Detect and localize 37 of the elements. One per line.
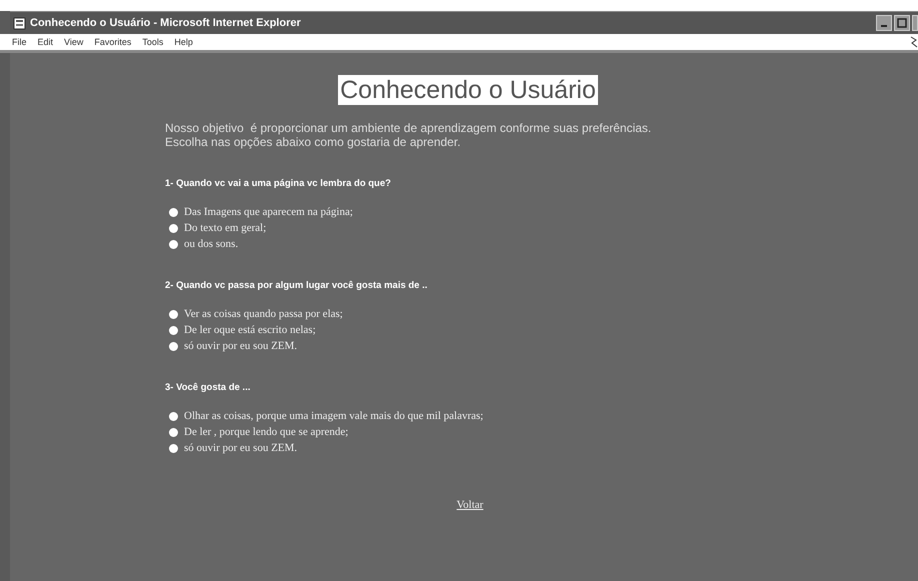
- option-text: De ler , porque lendo que se aprende;: [184, 426, 348, 439]
- option-text: De ler oque está escrito nelas;: [184, 324, 316, 337]
- page-heading: Conhecendo o Usuário: [338, 75, 598, 105]
- maximize-icon: [896, 17, 908, 29]
- option-text: só ouvir por eu sou ZEM.: [184, 442, 298, 455]
- question-title: 1- Quando vc vai a uma página vc lembra do que?: [165, 178, 392, 189]
- page-icon: [13, 16, 26, 30]
- intro-text: Escolha nas opções abaixo como gostaria de aprender.: [165, 135, 462, 149]
- minimize-icon: [881, 25, 887, 27]
- bullet-icon: [169, 310, 178, 319]
- menu-item[interactable]: Tools: [142, 37, 164, 47]
- maximize-button[interactable]: [894, 15, 910, 31]
- bullet-icon: [169, 428, 178, 437]
- bullet-icon: [169, 208, 178, 217]
- bullet-icon: [169, 444, 178, 453]
- minimize-button[interactable]: [876, 15, 892, 31]
- bullet-icon: [169, 240, 178, 249]
- menu-item[interactable]: File: [12, 37, 27, 47]
- menu-item[interactable]: Favorites: [94, 37, 132, 47]
- option-text: Ver as coisas quando passa por elas;: [184, 308, 343, 321]
- question-title: 3- Você gosta de ...: [165, 382, 252, 393]
- bullet-icon: [169, 326, 178, 335]
- intro-text: Nosso objetivo é proporcionar um ambiente de aprendizagem conforme suas preferências.: [165, 121, 652, 135]
- bullet-icon: [169, 412, 178, 421]
- menu-item[interactable]: Edit: [38, 37, 54, 47]
- bullet-icon: [169, 342, 178, 351]
- menu-item[interactable]: Help: [174, 37, 193, 47]
- window-title: Conhecendo o Usuário - Microsoft Internet Explorer: [30, 17, 301, 29]
- option-text: só ouvir por eu sou ZEM.: [184, 340, 298, 353]
- option-text: Olhar as coisas, porque uma imagem vale mais do que mil palavras;: [184, 410, 484, 423]
- option-text: Das Imagens que aparecem na página;: [184, 206, 353, 219]
- bullet-icon: [169, 224, 178, 233]
- question-title: 2- Quando vc passa por algum lugar você gosta mais de ..: [165, 280, 428, 291]
- back-link[interactable]: Voltar: [456, 499, 484, 511]
- option-text: ou dos sons.: [184, 238, 238, 251]
- menu-item[interactable]: View: [64, 37, 84, 47]
- option-text: Do texto em geral;: [184, 222, 266, 235]
